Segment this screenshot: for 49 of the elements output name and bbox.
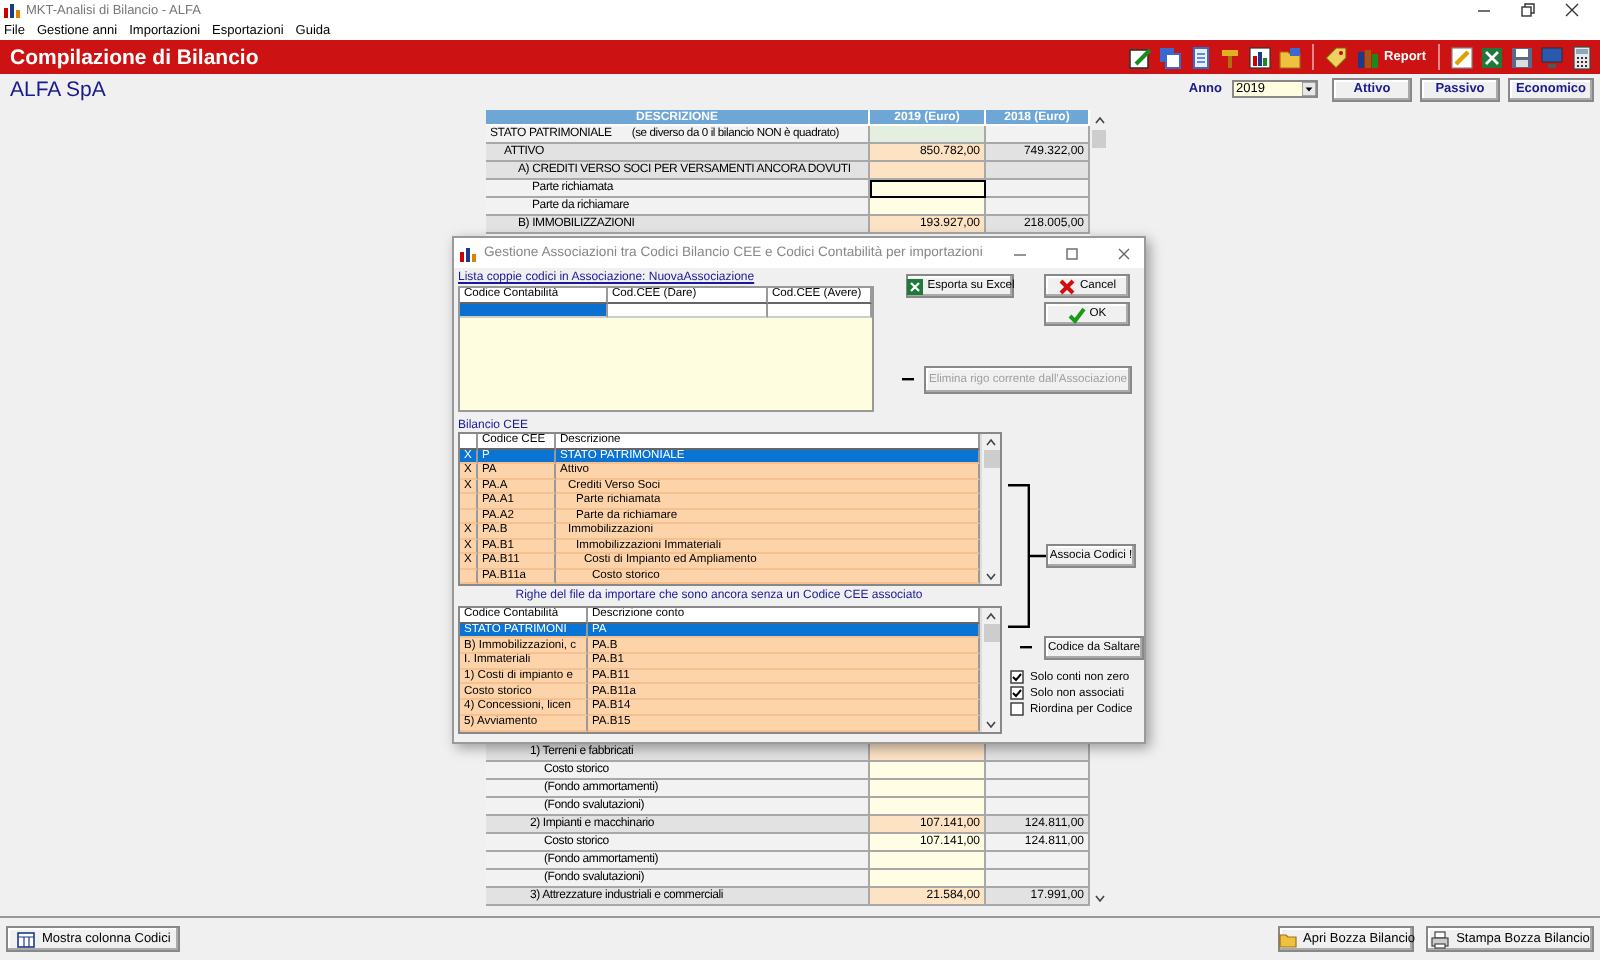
value-field[interactable] <box>870 780 986 798</box>
scroll-down-icon[interactable] <box>982 716 1000 732</box>
scroll-up-icon[interactable] <box>982 608 1000 624</box>
checkbox[interactable] <box>1010 670 1024 684</box>
close-icon[interactable] <box>1564 2 1580 18</box>
table-cell <box>986 744 1090 762</box>
close-icon <box>1057 277 1076 295</box>
tag-icon[interactable] <box>1324 45 1349 69</box>
checkbox[interactable] <box>1010 702 1024 716</box>
calculator-icon[interactable] <box>1570 45 1594 69</box>
table-cell <box>986 162 1090 180</box>
app-icon <box>4 2 20 18</box>
scroll-up-icon[interactable] <box>1091 112 1107 128</box>
bar-chart-icon[interactable] <box>1248 45 1273 69</box>
app-icon <box>460 245 476 261</box>
copy-icon[interactable] <box>1158 45 1183 69</box>
printer-icon <box>1430 929 1451 949</box>
scroll-up-icon[interactable] <box>982 434 1000 450</box>
restore-icon[interactable] <box>1520 2 1536 18</box>
checkbox[interactable] <box>1010 686 1024 700</box>
dropdown-arrow-icon <box>1302 82 1316 96</box>
value-field[interactable] <box>870 870 986 888</box>
scroll-thumb[interactable] <box>983 450 999 468</box>
edit-icon[interactable] <box>1128 45 1153 69</box>
scroll-down-icon[interactable] <box>982 568 1000 584</box>
value-field[interactable] <box>870 852 986 870</box>
pencil-icon[interactable] <box>1450 45 1474 69</box>
spreadsheet-icon <box>905 277 924 295</box>
value-field[interactable] <box>870 798 986 816</box>
company-name: ALFA SpA <box>10 77 106 101</box>
scrollbar[interactable] <box>980 434 1000 584</box>
table-icon <box>16 929 36 949</box>
scrollbar[interactable] <box>980 608 1000 732</box>
document-icon[interactable] <box>1188 45 1213 69</box>
maximize-icon[interactable] <box>1064 245 1080 261</box>
page-title: Compilazione di Bilancio <box>10 45 259 69</box>
scroll-thumb[interactable] <box>983 624 999 642</box>
scroll-down-icon[interactable] <box>1091 890 1107 906</box>
books-icon <box>1356 45 1381 69</box>
check-icon <box>1067 305 1086 323</box>
save-icon[interactable] <box>1510 45 1534 69</box>
scroll-thumb[interactable] <box>1092 130 1106 148</box>
value-field[interactable] <box>870 198 986 216</box>
close-icon[interactable] <box>1116 245 1132 261</box>
value-field[interactable] <box>870 762 986 780</box>
spreadsheet-icon[interactable] <box>1480 45 1504 69</box>
folder-icon <box>1277 929 1297 949</box>
bracket-drawing <box>1008 484 1046 628</box>
value-field[interactable] <box>870 180 986 198</box>
